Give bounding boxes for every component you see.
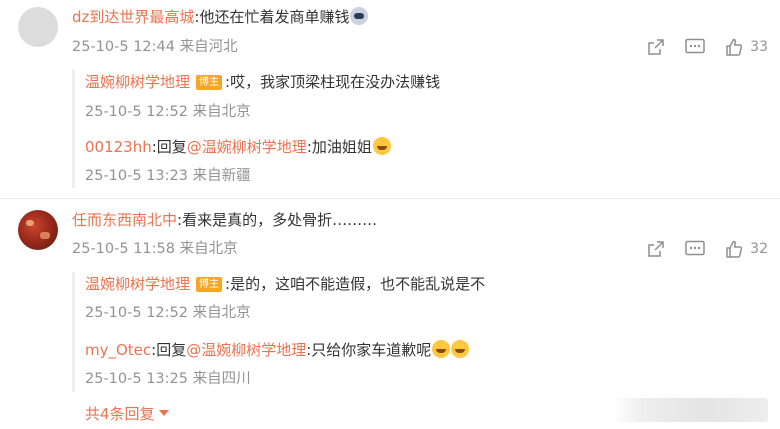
commenter-name[interactable]: dz到达世界最高城 xyxy=(72,8,194,26)
reply-text: :只给你家车道歉呢 xyxy=(306,341,432,359)
commenter-avatar[interactable] xyxy=(18,7,58,47)
like-icon xyxy=(726,38,743,56)
mention-link[interactable]: @温婉柳树学地理 xyxy=(186,341,306,359)
comment-divider xyxy=(0,198,780,199)
share-icon xyxy=(648,241,664,257)
like-button[interactable]: 33 xyxy=(724,37,768,57)
comment-button[interactable] xyxy=(684,239,706,259)
comment-icon xyxy=(685,240,705,256)
reply-author[interactable]: 温婉柳树学地理 xyxy=(85,275,190,293)
commenter-avatar[interactable] xyxy=(18,210,58,250)
comment-actions: 33 xyxy=(628,36,768,58)
comment-meta: 25-10-5 12:44 来自河北 xyxy=(72,39,238,55)
comment-line: dz到达世界最高城:他还在忙着发商单赚钱 xyxy=(72,7,369,27)
like-icon xyxy=(726,240,743,258)
reply-text: :是的，这咱不能造假，也不能乱说是不 xyxy=(225,275,486,293)
like-button[interactable]: 32 xyxy=(724,239,768,259)
reply-line: 温婉柳树学地理 博主:哎，我家顶梁柱现在没办法赚钱 xyxy=(85,72,440,92)
reply-author[interactable]: 温婉柳树学地理 xyxy=(85,73,190,91)
reply-prefix: :回复 xyxy=(151,138,187,156)
expand-replies-label: 共4条回复 xyxy=(85,405,155,423)
reply-text: :哎，我家顶梁柱现在没办法赚钱 xyxy=(225,73,441,91)
commenter-name[interactable]: 任而东西南北中 xyxy=(72,211,177,229)
comment-line: 任而东西南北中:看来是真的，多处骨折……… xyxy=(72,210,377,230)
reply-text: :加油姐姐 xyxy=(306,138,372,156)
share-button[interactable] xyxy=(646,239,666,259)
mention-link[interactable]: @温婉柳树学地理 xyxy=(187,138,307,156)
like-count: 32 xyxy=(750,241,768,257)
reply-line: 00123hh:回复@温婉柳树学地理:加油姐姐 xyxy=(85,137,391,157)
blogger-badge: 博主 xyxy=(196,75,223,90)
comment-icon xyxy=(685,38,705,54)
comment-button[interactable] xyxy=(684,37,706,57)
expand-replies-link[interactable]: 共4条回复 xyxy=(85,404,169,424)
comment-meta: 25-10-5 11:58 来自北京 xyxy=(72,241,238,257)
comment-text: :他还在忙着发商单赚钱 xyxy=(194,8,350,26)
reply-prefix: :回复 xyxy=(151,341,187,359)
reply-author[interactable]: 00123hh xyxy=(85,138,152,156)
reply-line: my_Otec:回复@温婉柳树学地理:只给你家车道歉呢 xyxy=(85,340,470,360)
caret-down-icon xyxy=(158,410,169,416)
mask-face-emoji-icon xyxy=(350,7,369,25)
image-placeholder xyxy=(612,398,768,422)
hugging-face-emoji-icon xyxy=(372,137,391,155)
reply-meta: 25-10-5 12:52 来自北京 xyxy=(85,104,251,120)
reply-author[interactable]: my_Otec xyxy=(85,341,151,359)
comment-text: :看来是真的，多处骨折……… xyxy=(177,211,378,229)
reply-meta: 25-10-5 13:25 来自四川 xyxy=(85,371,251,387)
reply-line: 温婉柳树学地理 博主:是的，这咱不能造假，也不能乱说是不 xyxy=(85,274,485,294)
laughing-tears-emoji-icon xyxy=(451,340,470,358)
share-icon xyxy=(648,39,664,55)
reply-meta: 25-10-5 13:23 来自新疆 xyxy=(85,168,251,184)
like-count: 33 xyxy=(750,39,768,55)
blogger-badge: 博主 xyxy=(196,277,223,292)
comment-actions: 32 xyxy=(628,238,768,260)
share-button[interactable] xyxy=(646,37,666,57)
reply-meta: 25-10-5 12:52 来自北京 xyxy=(85,305,251,321)
laughing-tears-emoji-icon xyxy=(432,340,451,358)
